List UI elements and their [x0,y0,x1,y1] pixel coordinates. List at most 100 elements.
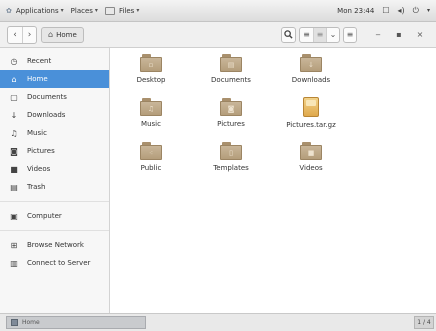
status-area: Mon 23:44 ☐ ◂) ⏻ ▾ [337,6,430,16]
maximize-button[interactable]: ▪ [390,27,408,43]
sidebar-item-trash[interactable]: ▤ Trash [0,178,109,196]
folder-icon: ↓ [300,54,322,72]
sidebar-item-documents[interactable]: ▢ Documents [0,88,109,106]
minimize-button[interactable]: ‒ [369,27,387,43]
chevron-down-icon[interactable]: ▾ [427,7,430,14]
file-item-documents[interactable]: ▤ Documents [191,52,271,96]
taskbar-window-label: Home [22,319,40,326]
screen-icon[interactable]: ☐ [382,6,389,15]
file-item-templates[interactable]: ▯ Templates [191,140,271,184]
files-icon [11,319,18,326]
sidebar-item-browse-network[interactable]: ⊞ Browse Network [0,236,109,254]
search-icon [284,30,293,39]
chevron-down-icon: ▾ [60,7,64,14]
file-label: Music [141,120,161,128]
file-item-desktop[interactable]: ▫ Desktop [111,52,191,96]
sidebar-item-label: Downloads [27,111,66,119]
file-item-videos[interactable]: ■ Videos [271,140,351,184]
file-label: Public [140,164,162,172]
apps-icon: ✿ [6,6,12,15]
file-label: Pictures.tar.gz [286,121,336,129]
sidebar-item-label: Documents [27,93,67,101]
sidebar-item-pictures[interactable]: ◙ Pictures [0,142,109,160]
files-label: Files [118,6,135,15]
file-item-downloads[interactable]: ↓ Downloads [271,52,351,96]
home-icon: ⌂ [48,30,54,39]
server-icon: ▥ [10,258,18,268]
camera-icon: ◙ [10,146,18,156]
grid-view-button[interactable]: ≡ [313,27,326,42]
sidebar-item-label: Browse Network [27,241,84,249]
toolbar-right: ≡ ≡ ⌄ ≡ ‒ ▪ × [281,26,429,43]
places-label: Places [70,6,93,15]
file-item-public[interactable]: ⁖ Public [111,140,191,184]
file-label: Videos [299,164,323,172]
places-menu[interactable]: Places ▾ [71,7,98,15]
sidebar-item-computer[interactable]: ▣ Computer [0,207,109,225]
power-icon[interactable]: ⏻ [413,6,419,16]
files-icon [104,6,115,15]
file-item-music[interactable]: ♫ Music [111,96,191,140]
list-view-button[interactable]: ≡ [300,28,313,42]
taskbar-window-home[interactable]: Home [6,316,146,329]
sidebar-divider [0,201,109,202]
sidebar-item-downloads[interactable]: ↓ Downloads [0,106,109,124]
file-label: Downloads [291,76,331,84]
clock[interactable]: Mon 23:44 [337,7,374,15]
view-switcher: ≡ ≡ ⌄ [299,26,340,43]
back-button[interactable]: ‹ [8,27,22,43]
volume-icon[interactable]: ◂) [398,6,405,15]
sidebar-item-connect-to-server[interactable]: ▥ Connect to Server [0,254,109,272]
network-icon: ⊞ [10,240,18,250]
folder-icon: ♫ [140,98,162,116]
sidebar-item-label: Music [27,129,47,137]
video-icon: ■ [10,164,18,174]
file-label: Templates [213,164,249,172]
navigation-buttons: ‹ › [7,25,37,44]
applications-menu[interactable]: ✿ Applications ▾ [6,7,64,15]
home-icon: ⌂ [11,74,17,84]
workspace-indicator[interactable]: 1 / 4 [414,316,434,329]
sidebar-item-label: Connect to Server [27,259,91,267]
sidebar-item-home[interactable]: ⌂ Home [0,70,109,88]
folder-icon: ▤ [220,54,242,72]
sidebar-item-label: Computer [27,212,62,220]
close-button[interactable]: × [411,27,429,43]
chevron-down-icon: ▾ [136,7,140,14]
download-icon: ↓ [10,110,18,120]
file-item-pictures[interactable]: ◙ Pictures [191,96,271,140]
top-panel: ✿ Applications ▾ Places ▾ Files ▾ Mon 23… [0,0,436,22]
applications-label: Applications [15,6,59,15]
music-icon: ♫ [10,128,18,138]
sidebar-item-music[interactable]: ♫ Music [0,124,109,142]
archive-icon [303,97,319,117]
sidebar-item-label: Pictures [27,147,55,155]
clock-icon: ◷ [10,56,18,66]
search-button[interactable] [281,26,296,43]
trash-icon: ▤ [10,182,18,192]
folder-icon: ▯ [220,142,242,160]
sort-options-button[interactable]: ⌄ [326,27,339,42]
folder-icon: ⁖ [140,142,162,160]
icon-grid: ▫ Desktop ▤ Documents ↓ Downloads ♫ Musi… [111,52,351,184]
file-label: Desktop [136,76,166,84]
folder-icon: ◙ [220,98,242,116]
sidebar-item-label: Trash [27,183,46,191]
sidebar-item-label: Videos [27,165,51,173]
path-label: Home [56,30,77,39]
sidebar-item-recent[interactable]: ◷ Recent [0,52,109,70]
files-app-menu[interactable]: Files ▾ [104,6,140,15]
forward-button[interactable]: › [22,26,36,43]
file-view: ▫ Desktop ▤ Documents ↓ Downloads ♫ Musi… [111,48,436,313]
taskbar: Home 1 / 4 [0,313,436,331]
menu-button[interactable]: ≡ [343,26,357,43]
file-label: Pictures [217,120,245,128]
chevron-down-icon: ▾ [94,7,98,14]
file-item-pictures-archive[interactable]: Pictures.tar.gz [271,96,351,140]
path-bar-home[interactable]: ⌂ Home [41,26,84,43]
sidebar-item-label: Recent [27,57,52,65]
sidebar-item-videos[interactable]: ■ Videos [0,160,109,178]
header-bar: ‹ › ⌂ Home ≡ ≡ ⌄ ≡ ‒ ▪ × [0,22,436,48]
sidebar-divider [0,230,109,231]
sidebar-item-label: Home [27,75,48,83]
